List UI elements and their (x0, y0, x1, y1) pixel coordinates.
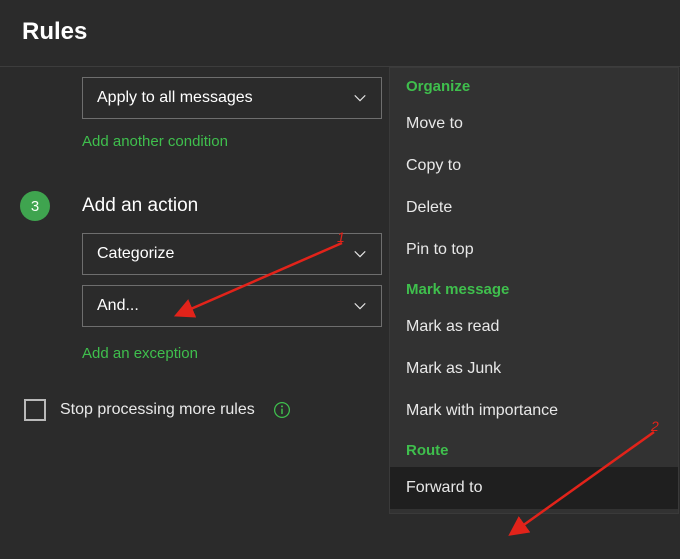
menu-group-organize: Organize (390, 68, 678, 103)
menu-item-move-to[interactable]: Move to (390, 103, 678, 145)
stop-processing-label: Stop processing more rules (60, 401, 255, 419)
action-select-1[interactable]: Categorize (82, 233, 382, 275)
menu-group-route: Route (390, 432, 678, 467)
info-icon[interactable] (273, 401, 291, 419)
action-select-1-label: Categorize (97, 245, 174, 263)
add-condition-link[interactable]: Add another condition (82, 133, 228, 150)
stop-processing-checkbox[interactable] (24, 399, 46, 421)
menu-item-mark-as-junk[interactable]: Mark as Junk (390, 348, 678, 390)
menu-item-copy-to[interactable]: Copy to (390, 145, 678, 187)
chevron-down-icon (353, 299, 367, 313)
chevron-down-icon (353, 91, 367, 105)
condition-select[interactable]: Apply to all messages (82, 77, 382, 119)
action-select-2[interactable]: And... (82, 285, 382, 327)
menu-item-mark-as-read[interactable]: Mark as read (390, 306, 678, 348)
menu-item-mark-with-importance[interactable]: Mark with importance (390, 390, 678, 432)
add-exception-link[interactable]: Add an exception (82, 345, 198, 362)
action-select-2-label: And... (97, 297, 139, 315)
condition-select-label: Apply to all messages (97, 89, 253, 107)
step-badge: 3 (20, 191, 50, 221)
menu-group-mark-message: Mark message (390, 271, 678, 306)
menu-item-delete[interactable]: Delete (390, 187, 678, 229)
step-title: Add an action (82, 195, 198, 217)
menu-item-forward-to[interactable]: Forward to (390, 467, 678, 509)
action-menu: Organize Move to Copy to Delete Pin to t… (390, 68, 678, 513)
menu-item-pin-to-top[interactable]: Pin to top (390, 229, 678, 271)
chevron-down-icon (353, 247, 367, 261)
page-title: Rules (0, 0, 680, 46)
